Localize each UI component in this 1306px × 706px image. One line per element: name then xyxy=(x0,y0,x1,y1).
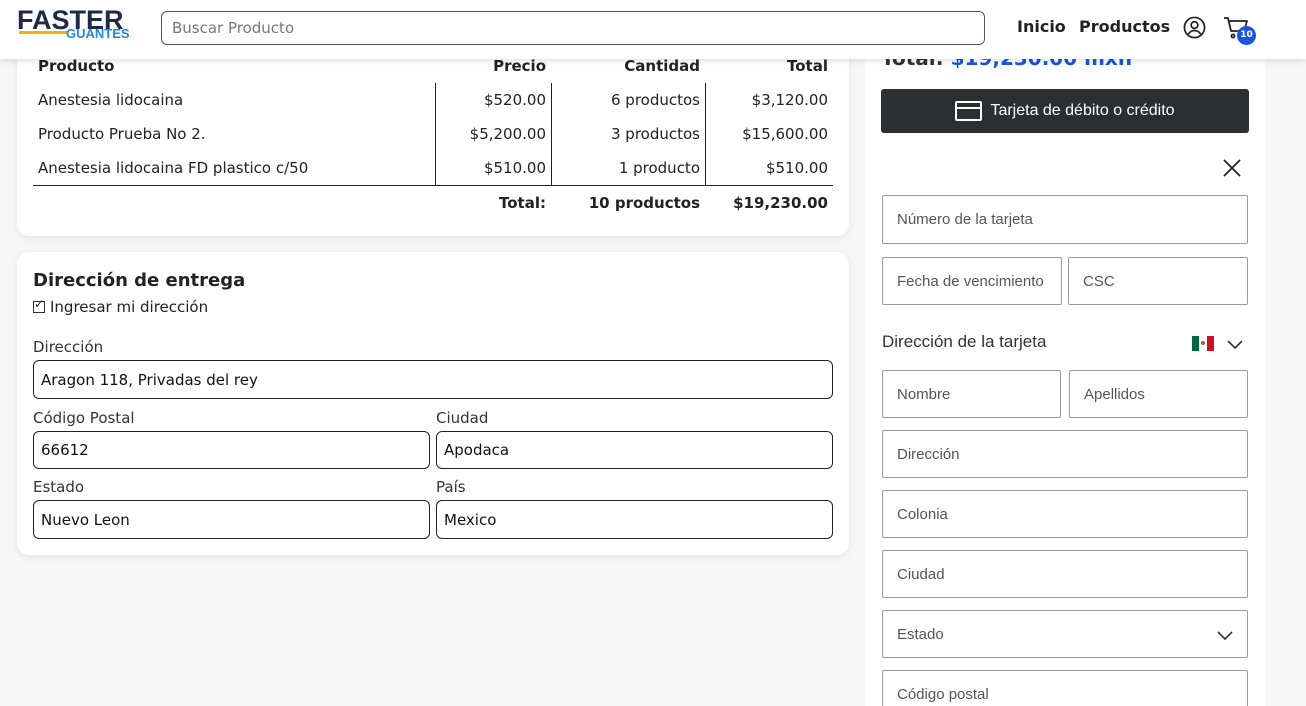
column-header-cantidad: Cantidad xyxy=(624,57,700,75)
logo-subtext: GUANTES xyxy=(66,26,130,41)
search-input[interactable] xyxy=(162,12,984,44)
codigo-postal-label: Código Postal xyxy=(33,409,135,427)
card-number-input[interactable] xyxy=(883,196,1247,243)
expiry-date-input[interactable] xyxy=(883,258,1061,304)
search-box[interactable] xyxy=(161,11,985,45)
table-cell-total: $510.00 xyxy=(765,159,828,177)
table-footer-label: Total: xyxy=(499,194,546,212)
table-footer-divider xyxy=(33,185,833,186)
pais-field-box xyxy=(436,500,833,539)
faster-guantes-logo[interactable]: FASTER GUANTES xyxy=(17,6,132,46)
delivery-address-card: Dirección de entrega Ingresar mi direcci… xyxy=(17,252,849,555)
csc-field-box xyxy=(1068,257,1248,305)
direccion-label: Dirección xyxy=(33,338,104,356)
card-direccion-input[interactable] xyxy=(883,431,1247,477)
table-cell-producto: Producto Prueba No 2. xyxy=(38,125,206,143)
ciudad-field-box xyxy=(436,431,833,469)
table-cell-cantidad: 6 productos xyxy=(611,91,700,109)
card-direccion-field-box xyxy=(882,430,1248,478)
ciudad-label: Ciudad xyxy=(436,409,489,427)
top-header: FASTER GUANTES Inicio Productos 10 xyxy=(0,0,1306,59)
csc-input[interactable] xyxy=(1069,258,1247,304)
table-footer-total: $19,230.00 xyxy=(733,194,828,212)
nombre-input[interactable] xyxy=(883,371,1060,417)
table-cell-total: $15,600.00 xyxy=(742,125,828,143)
pais-input[interactable] xyxy=(437,501,832,538)
card-codigo-postal-input[interactable] xyxy=(883,671,1247,706)
estado-input[interactable] xyxy=(34,501,429,538)
order-summary-card: Producto Precio Cantidad Total Anestesia… xyxy=(17,40,849,236)
payment-panel: Total: $19,230.00 mxn Tarjeta de débito … xyxy=(865,40,1265,706)
card-number-field-box xyxy=(882,195,1248,244)
table-cell-cantidad: 1 producto xyxy=(618,159,700,177)
logo-underline xyxy=(19,31,67,34)
checkbox-label: Ingresar mi dirección xyxy=(50,298,209,316)
apellidos-input[interactable] xyxy=(1070,371,1247,417)
direccion-field-box xyxy=(33,360,833,399)
debit-credit-card-button[interactable]: Tarjeta de débito o crédito xyxy=(881,89,1249,133)
close-icon[interactable] xyxy=(1221,157,1243,179)
card-ciudad-field-box xyxy=(882,550,1248,598)
ciudad-input[interactable] xyxy=(437,432,832,468)
column-divider xyxy=(705,83,706,185)
estado-field-box xyxy=(33,500,430,539)
table-cell-producto: Anestesia lidocaina FD plastico c/50 xyxy=(38,159,309,177)
checkbox-checked-icon[interactable] xyxy=(33,297,45,313)
table-cell-cantidad: 3 productos xyxy=(611,125,700,143)
codigo-postal-input[interactable] xyxy=(34,432,429,468)
use-my-address-checkbox-row[interactable]: Ingresar mi dirección xyxy=(33,297,209,316)
section-title: Dirección de entrega xyxy=(33,270,246,291)
credit-card-icon xyxy=(955,101,983,121)
colonia-field-box xyxy=(882,490,1248,538)
column-header-producto: Producto xyxy=(38,57,115,75)
card-estado-input[interactable] xyxy=(883,611,1247,657)
table-cell-producto: Anestesia lidocaina xyxy=(38,91,184,109)
estado-label: Estado xyxy=(33,478,85,496)
card-ciudad-input[interactable] xyxy=(883,551,1247,597)
card-estado-select[interactable] xyxy=(882,610,1248,658)
table-cell-precio: $520.00 xyxy=(483,91,546,109)
colonia-input[interactable] xyxy=(883,491,1247,537)
chevron-down-icon[interactable] xyxy=(1226,338,1244,350)
table-cell-total: $3,120.00 xyxy=(751,91,828,109)
nombre-field-box xyxy=(882,370,1061,418)
nav-productos-link[interactable]: Productos xyxy=(1079,17,1170,36)
table-footer-cantidad: 10 productos xyxy=(588,194,700,212)
direccion-input[interactable] xyxy=(34,361,832,398)
pais-label: País xyxy=(436,478,466,496)
table-cell-precio: $510.00 xyxy=(483,159,546,177)
codigo-postal-field-box xyxy=(33,431,430,469)
column-divider xyxy=(551,83,552,185)
pay-button-label: Tarjeta de débito o crédito xyxy=(990,102,1175,119)
card-address-title: Dirección de la tarjeta xyxy=(882,332,1047,351)
apellidos-field-box xyxy=(1069,370,1248,418)
chevron-down-icon xyxy=(1217,631,1233,641)
mexico-flag-icon[interactable] xyxy=(1192,336,1214,351)
expiry-field-box xyxy=(882,257,1062,305)
nav-inicio-link[interactable]: Inicio xyxy=(1017,17,1066,36)
column-header-precio: Precio xyxy=(493,57,546,75)
user-account-icon[interactable] xyxy=(1183,16,1206,39)
cart-count-badge: 10 xyxy=(1237,26,1256,45)
table-cell-precio: $5,200.00 xyxy=(469,125,546,143)
column-header-total: Total xyxy=(787,57,828,75)
card-codigo-postal-field-box xyxy=(882,670,1248,706)
